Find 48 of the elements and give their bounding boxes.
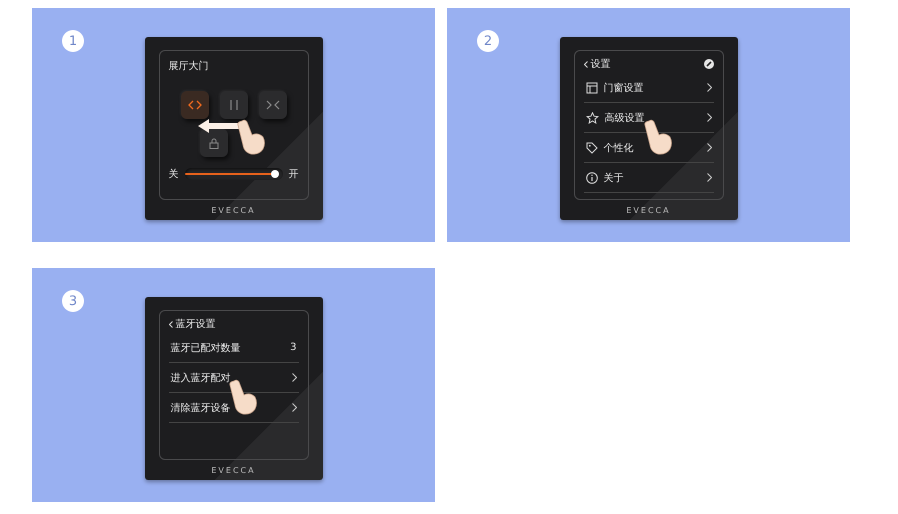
pointing-hand-icon	[642, 119, 672, 155]
chevron-right-icon	[706, 143, 712, 152]
back-chevron-icon[interactable]	[584, 60, 588, 68]
menu-label: 清除蓝牙设备	[170, 402, 232, 414]
menu-label: 门窗设置	[604, 82, 644, 94]
compass-icon[interactable]	[704, 59, 714, 69]
star-icon	[586, 112, 598, 124]
close-button[interactable]	[258, 91, 286, 119]
menu-label: 高级设置	[604, 112, 646, 124]
menu-row[interactable]: 蓝牙已配对数量 3	[168, 333, 298, 363]
pause-button[interactable]	[220, 91, 248, 119]
slider-thumb[interactable]	[270, 170, 279, 178]
step-number: 2	[477, 30, 499, 52]
back-chevron-icon[interactable]	[168, 320, 172, 328]
count-value: 3	[290, 342, 296, 353]
tag-icon	[586, 142, 598, 154]
menu-row[interactable]: 关于	[584, 163, 714, 193]
slider-min-label: 关	[168, 168, 178, 181]
lock-button[interactable]	[200, 129, 228, 157]
menu-label: 蓝牙已配对数量	[170, 342, 242, 354]
left-arrow-icon	[198, 119, 240, 133]
info-icon	[586, 172, 598, 184]
menu-label: 进入蓝牙配对	[170, 372, 232, 384]
menu-label: 关于	[604, 172, 624, 184]
open-icon	[188, 100, 202, 110]
brand-logo: EVECCA	[626, 206, 671, 215]
back-link[interactable]: 设置	[590, 57, 610, 71]
brand-logo: EVECCA	[211, 206, 256, 215]
chevron-right-icon	[706, 113, 712, 122]
chevron-right-icon	[292, 403, 296, 412]
pointing-hand-icon	[236, 119, 266, 155]
chevron-right-icon	[706, 173, 712, 182]
lock-icon	[208, 138, 218, 148]
window-icon	[586, 82, 598, 94]
brand-logo: EVECCA	[211, 466, 256, 475]
chevron-right-icon	[706, 83, 712, 92]
close-icon	[266, 100, 280, 110]
chevron-right-icon	[292, 373, 296, 382]
menu-row[interactable]: 门窗设置	[584, 73, 714, 103]
menu-label: 个性化	[604, 142, 634, 154]
step-number: 3	[62, 290, 84, 312]
slider-max-label: 开	[288, 168, 298, 181]
step-number: 1	[62, 30, 84, 52]
pause-icon	[228, 100, 238, 110]
back-link[interactable]: 蓝牙设置	[176, 317, 216, 331]
open-button[interactable]	[180, 91, 208, 119]
brightness-slider[interactable]	[184, 168, 282, 180]
screen-title: 展厅大门	[168, 60, 210, 73]
